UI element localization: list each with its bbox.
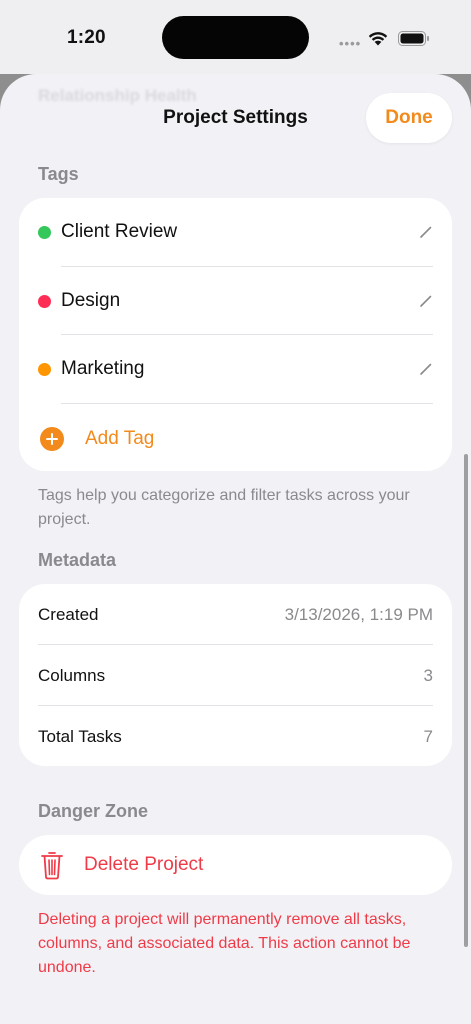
background-title: Relationship Health [38, 86, 197, 105]
pencil-icon[interactable] [418, 224, 434, 240]
tags-footer: Tags help you categorize and filter task… [38, 487, 410, 528]
tag-row-client-review[interactable]: Client Review [19, 198, 452, 266]
tag-name: Marketing [61, 358, 145, 379]
battery-icon [398, 31, 429, 46]
delete-project-button[interactable]: Delete Project [19, 835, 452, 895]
tag-color-dot [38, 295, 51, 308]
signal-icon: •••• [339, 36, 362, 51]
tags-card: Client Review Design Marketing Add Tag [19, 198, 452, 471]
dynamic-island [162, 16, 309, 59]
metadata-value: 7 [423, 727, 433, 746]
add-tag-button[interactable]: Add Tag [19, 404, 452, 472]
project-settings-sheet: Relationship Health Project Settings Don… [0, 74, 471, 1024]
scrollbar[interactable] [464, 454, 468, 947]
tags-header: Tags [38, 164, 79, 184]
metadata-row-total-tasks: Total Tasks 7 [19, 706, 452, 767]
pencil-icon[interactable] [418, 361, 434, 377]
tag-name: Client Review [61, 221, 178, 242]
add-tag-label: Add Tag [85, 428, 155, 449]
metadata-label: Columns [38, 666, 106, 685]
pencil-icon[interactable] [418, 293, 434, 309]
tag-row-design[interactable]: Design [19, 267, 452, 335]
done-button[interactable]: Done [366, 93, 452, 143]
metadata-row-columns: Columns 3 [19, 645, 452, 706]
tag-color-dot [38, 226, 51, 239]
tag-color-dot [38, 363, 51, 376]
metadata-card: Created 3/13/2026, 1:19 PM Columns 3 Tot… [19, 584, 452, 766]
plus-circle-icon [40, 427, 64, 451]
trash-icon [41, 852, 63, 880]
danger-warning: Deleting a project will permanently remo… [38, 911, 411, 976]
status-bar: 1:20 •••• [0, 0, 471, 74]
tag-row-marketing[interactable]: Marketing [19, 335, 452, 403]
metadata-value: 3/13/2026, 1:19 PM [284, 605, 433, 624]
metadata-label: Created [38, 605, 99, 624]
wifi-icon [368, 32, 388, 46]
metadata-value: 3 [423, 666, 433, 685]
danger-zone-header: Danger Zone [38, 801, 149, 821]
tag-name: Design [61, 290, 121, 311]
metadata-header: Metadata [38, 550, 117, 570]
status-time: 1:20 [67, 27, 106, 48]
delete-project-label: Delete Project [84, 854, 204, 875]
metadata-label: Total Tasks [38, 727, 122, 746]
metadata-row-created: Created 3/13/2026, 1:19 PM [19, 584, 452, 645]
